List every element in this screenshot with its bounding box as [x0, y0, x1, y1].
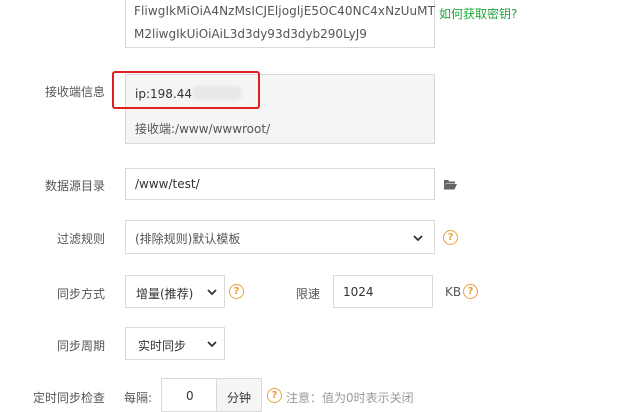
datasource-value: /www/test/	[135, 177, 200, 191]
chevron-down-icon	[413, 235, 423, 242]
periodic-check-value: 0	[186, 389, 194, 403]
how-to-get-key-link[interactable]: 如何获取密钥?	[439, 5, 517, 22]
filter-selected-value: (排除规则)默认模板	[135, 232, 241, 246]
sync-mode-label: 同步方式	[56, 287, 105, 301]
speed-limit-value: 1024	[343, 285, 374, 299]
sync-mode-help-icon[interactable]: ?	[229, 284, 244, 299]
speed-limit-input[interactable]: 1024	[333, 275, 433, 308]
receiver-path-text: 接收端:/www/wwwroot/	[135, 122, 271, 136]
chevron-down-icon	[207, 341, 217, 348]
filter-select[interactable]: (排除规则)默认模板	[125, 220, 435, 254]
filter-help-icon[interactable]: ?	[443, 230, 458, 245]
secret-key-line-1: FliwgIkMiOiA4NzMsICJEljogljE5OC40NC4xNzU…	[134, 4, 436, 18]
filter-label: 过滤规则	[56, 232, 105, 246]
periodic-check-help-icon[interactable]: ?	[267, 388, 282, 403]
speed-limit-label: 限速	[296, 287, 321, 301]
periodic-check-unit: 分钟	[216, 378, 262, 412]
ip-highlight-frame	[112, 71, 260, 109]
secret-key-line-2: M2liwgIkUiOiAiL3d3dy93d3dyb290LyJ9	[134, 27, 367, 41]
sync-mode-select[interactable]: 增量(推荐)	[125, 275, 225, 308]
speed-limit-unit: KB	[445, 285, 462, 299]
sync-mode-selected-value: 增量(推荐)	[136, 287, 194, 301]
secret-key-textarea[interactable]: FliwgIkMiOiA4NzMsICJEljogljE5OC40NC4xNzU…	[125, 0, 435, 48]
folder-open-icon[interactable]	[443, 178, 458, 193]
speed-limit-help-icon[interactable]: ?	[463, 284, 478, 299]
sync-cycle-label: 同步周期	[56, 339, 105, 353]
periodic-check-input[interactable]: 0	[161, 378, 217, 412]
sync-cycle-select[interactable]: 实时同步	[125, 327, 225, 360]
chevron-down-icon	[207, 289, 217, 296]
sync-cycle-selected-value: 实时同步	[138, 339, 187, 353]
receiver-info-label: 接收端信息	[44, 85, 105, 99]
datasource-label: 数据源目录	[44, 179, 105, 193]
datasource-input[interactable]: /www/test/	[125, 168, 435, 200]
